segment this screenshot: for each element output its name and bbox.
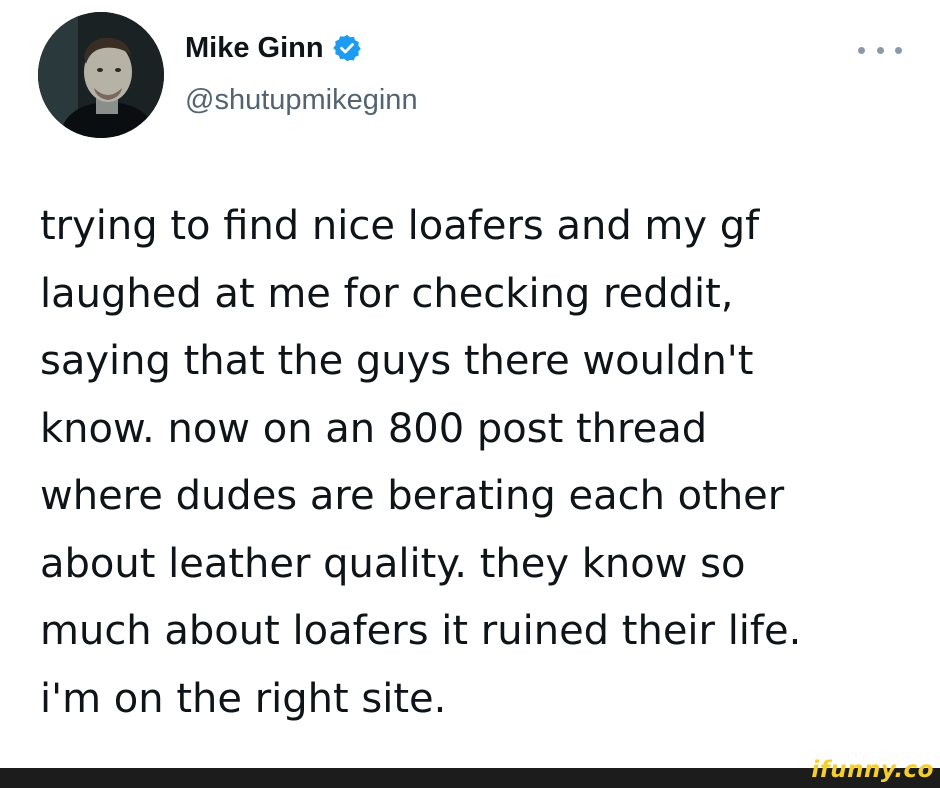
author-name[interactable]: Mike Ginn <box>185 30 362 66</box>
more-dot <box>858 46 865 54</box>
avatar-photo <box>38 12 164 138</box>
watermark-bar <box>0 768 940 788</box>
verified-badge-icon <box>332 33 362 63</box>
ifunny-watermark: ifunny.co <box>811 757 934 783</box>
author-name-text[interactable]: Mike Ginn <box>185 30 324 66</box>
more-horizontal-icon[interactable] <box>858 38 902 62</box>
author-handle[interactable]: @shutupmikeginn <box>185 82 418 118</box>
more-dot <box>876 46 884 54</box>
avatar[interactable] <box>38 12 164 138</box>
more-dot <box>895 46 902 54</box>
tweet-text: trying to find nice loafers and my gf la… <box>40 203 802 722</box>
tweet-card: Mike Ginn @shutupmikeginn trying to find… <box>0 0 940 768</box>
